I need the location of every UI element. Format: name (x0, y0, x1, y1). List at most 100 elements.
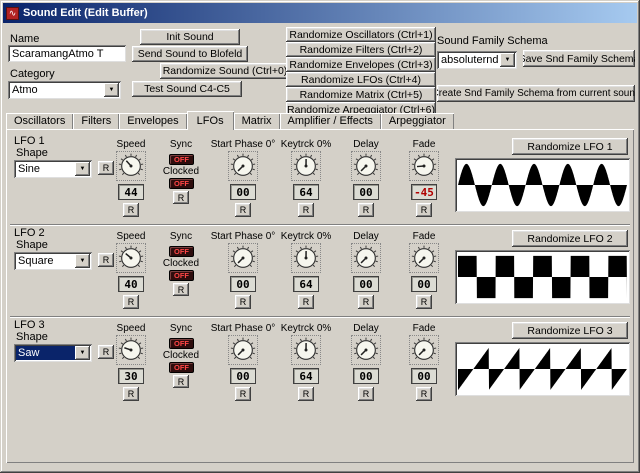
knob-label: Delay (353, 138, 379, 150)
sync-label: Sync (157, 138, 205, 150)
tab-amplifier-effects[interactable]: Amplifier / Effects (280, 113, 381, 129)
knob-dial[interactable] (409, 243, 439, 273)
sync-toggle-button[interactable]: OFF (169, 154, 194, 165)
knob-dial[interactable] (351, 151, 381, 181)
knob-randomize-button[interactable]: R (298, 295, 314, 309)
randomize-lfo-button[interactable]: Randomize LFO 2 (512, 230, 628, 247)
knob-randomize-button[interactable]: R (298, 387, 314, 401)
knob-dial[interactable] (291, 243, 321, 273)
randomize-filters-button[interactable]: Randomize Filters (Ctrl+2) (286, 42, 436, 57)
randomize-oscillators-button[interactable]: Randomize Oscillators (Ctrl+1) (286, 27, 436, 42)
randomize-lfo-button[interactable]: Randomize LFO 1 (512, 138, 628, 155)
knob-randomize-button[interactable]: R (416, 295, 432, 309)
sync-toggle-button[interactable]: OFF (169, 338, 194, 349)
sync-randomize-button[interactable]: R (173, 375, 189, 388)
knob-dial[interactable] (291, 151, 321, 181)
save-schema-button[interactable]: Save Snd Family Schema (523, 50, 635, 67)
waveform-display (455, 342, 630, 396)
clocked-toggle-button[interactable]: OFF (169, 362, 194, 373)
knob-randomize-button[interactable]: R (298, 203, 314, 217)
knob-randomize-button[interactable]: R (123, 203, 139, 217)
name-input[interactable] (8, 45, 126, 62)
knob-randomize-button[interactable]: R (123, 295, 139, 309)
knob-label: Keytrck 0% (281, 230, 332, 242)
knob-fade: Fade 00 R (394, 230, 454, 309)
send-sound-to-blofeld-button[interactable]: Send Sound to Blofeld (132, 46, 248, 62)
chevron-down-icon[interactable]: ▼ (104, 83, 119, 97)
waveform-display (455, 158, 630, 212)
tab-filters[interactable]: Filters (73, 113, 119, 129)
chevron-down-icon[interactable]: ▼ (500, 53, 515, 67)
clocked-label: Clocked (157, 165, 205, 177)
knob-dial[interactable] (116, 151, 146, 181)
knob-randomize-button[interactable]: R (123, 387, 139, 401)
knob-value-display: 00 (411, 276, 437, 292)
knob-label: Keytrck 0% (281, 138, 332, 150)
schema-select[interactable]: absoluternd ▼ (437, 51, 517, 69)
knob-label: Start Phase 0° (211, 230, 276, 242)
knob-randomize-button[interactable]: R (416, 203, 432, 217)
lfo-3-section: LFO 3 Shape Saw ▼ R Speed 30 R Start Pha… (8, 318, 628, 410)
knob-label: Start Phase 0° (211, 322, 276, 334)
knob-label: Fade (413, 322, 436, 334)
clocked-label: Clocked (157, 257, 205, 269)
knob-label: Start Phase 0° (211, 138, 276, 150)
knob-dial[interactable] (351, 243, 381, 273)
knob-randomize-button[interactable]: R (358, 387, 374, 401)
knob-start-phase-0: Start Phase 0° 00 R (213, 138, 273, 217)
waveform-display (455, 250, 630, 304)
knob-value-display: 64 (293, 368, 319, 384)
knob-dial[interactable] (228, 243, 258, 273)
knob-value-display: 64 (293, 184, 319, 200)
create-schema-button[interactable]: Create Snd Family Schema from current so… (437, 85, 635, 102)
knob-start-phase-0: Start Phase 0° 00 R (213, 230, 273, 309)
knob-label: Keytrck 0% (281, 322, 332, 334)
tab-envelopes[interactable]: Envelopes (119, 113, 186, 129)
knob-value-display: 30 (118, 368, 144, 384)
lfo-2-section: LFO 2 Shape Square ▼ R Speed 40 R Start … (8, 226, 628, 318)
randomize-lfos-button[interactable]: Randomize LFOs (Ctrl+4) (286, 72, 436, 87)
knob-randomize-button[interactable]: R (235, 387, 251, 401)
knob-dial[interactable] (116, 335, 146, 365)
sync-randomize-button[interactable]: R (173, 191, 189, 204)
knob-dial[interactable] (409, 335, 439, 365)
randomize-envelopes-button[interactable]: Randomize Envelopes (Ctrl+3) (286, 57, 436, 72)
randomize-matrix-button[interactable]: Randomize Matrix (Ctrl+5) (286, 87, 436, 102)
knob-start-phase-0: Start Phase 0° 00 R (213, 322, 273, 401)
titlebar[interactable]: ∿ Sound Edit (Edit Buffer) (3, 3, 637, 23)
knob-randomize-button[interactable]: R (416, 387, 432, 401)
clocked-toggle-button[interactable]: OFF (169, 270, 194, 281)
sync-column: Sync OFF Clocked OFF R (157, 322, 205, 392)
knob-value-display: 40 (118, 276, 144, 292)
knob-value-display: 00 (353, 184, 379, 200)
sync-randomize-button[interactable]: R (173, 283, 189, 296)
tab-matrix[interactable]: Matrix (234, 113, 280, 129)
test-sound-button[interactable]: Test Sound C4-C5 (132, 81, 242, 97)
knob-value-display: 00 (353, 368, 379, 384)
knob-randomize-button[interactable]: R (358, 203, 374, 217)
knob-randomize-button[interactable]: R (235, 203, 251, 217)
knob-randomize-button[interactable]: R (235, 295, 251, 309)
knob-dial[interactable] (291, 335, 321, 365)
randomize-lfo-button[interactable]: Randomize LFO 3 (512, 322, 628, 339)
knob-dial[interactable] (351, 335, 381, 365)
knob-dial[interactable] (228, 151, 258, 181)
init-sound-button[interactable]: Init Sound (140, 29, 240, 45)
clocked-toggle-button[interactable]: OFF (169, 178, 194, 189)
randomize-sound-button[interactable]: Randomize Sound (Ctrl+0) (160, 63, 290, 79)
knob-dial[interactable] (409, 151, 439, 181)
category-value: Atmo (12, 83, 103, 97)
knob-delay: Delay 00 R (336, 230, 396, 309)
tab-lfos[interactable]: LFOs (187, 111, 234, 130)
category-select[interactable]: Atmo ▼ (8, 81, 121, 99)
knob-randomize-button[interactable]: R (358, 295, 374, 309)
knob-label: Fade (413, 230, 436, 242)
tab-arpeggiator[interactable]: Arpeggiator (381, 113, 454, 129)
knob-dial[interactable] (228, 335, 258, 365)
knob-dial[interactable] (116, 243, 146, 273)
sound-edit-dialog: ∿ Sound Edit (Edit Buffer) Name Category… (0, 0, 640, 473)
sync-toggle-button[interactable]: OFF (169, 246, 194, 257)
category-label: Category (10, 68, 55, 80)
tab-oscillators[interactable]: Oscillators (6, 113, 73, 129)
knob-value-display: 00 (230, 184, 256, 200)
